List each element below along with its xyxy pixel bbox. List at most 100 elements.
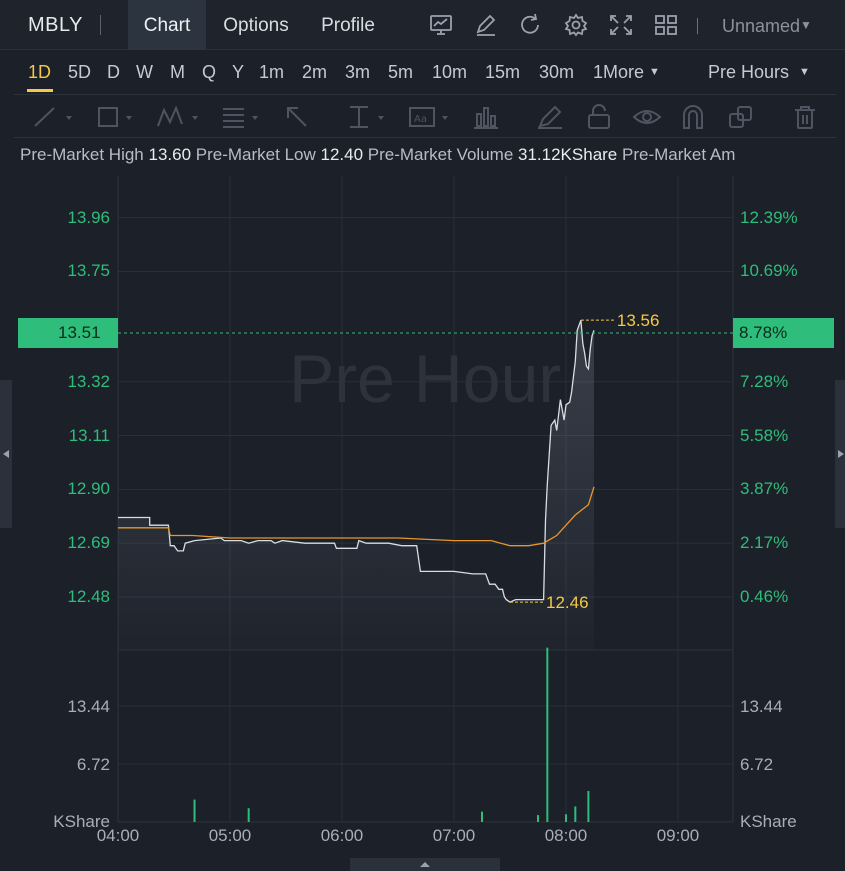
volume-bar (481, 811, 483, 822)
fullscreen-icon[interactable] (608, 13, 634, 37)
chevron-right-icon (838, 450, 844, 458)
measure-icon[interactable] (346, 104, 390, 130)
interval-30m[interactable]: 30m (539, 62, 574, 83)
rectangle-icon[interactable] (96, 104, 140, 130)
time-tick: 07:00 (432, 826, 476, 845)
interval-m[interactable]: M (170, 62, 185, 83)
layout-name-dropdown[interactable]: Unnamed▼ (722, 16, 812, 37)
collapse-left-handle[interactable] (0, 380, 12, 528)
nav-divider (697, 18, 698, 34)
interval-10m[interactable]: 10m (432, 62, 467, 83)
interval-5m[interactable]: 5m (388, 62, 413, 83)
volume-bar (537, 815, 539, 822)
volume-bar (193, 799, 196, 822)
percent-tick: 5.58% (740, 425, 789, 445)
stat-high-label: Pre-Market High (20, 145, 144, 164)
stat-high-value: 13.60 (148, 145, 192, 164)
interval-15m[interactable]: 15m (485, 62, 520, 83)
indicator-icon[interactable] (428, 13, 454, 37)
price-tick: 13.96 (67, 207, 110, 227)
caret-down-icon: ▼ (649, 66, 660, 78)
refresh-icon[interactable] (518, 13, 544, 37)
settings-icon[interactable] (563, 13, 589, 37)
divider (14, 137, 836, 138)
layout-name-label: Unnamed (722, 16, 801, 36)
magnet-icon[interactable] (680, 104, 706, 130)
current-price-tag: 13.51 (18, 318, 118, 348)
stat-volume-value: 31.12KShare (518, 145, 618, 164)
volume-tick-right: 6.72 (740, 755, 774, 774)
pattern-icon[interactable] (156, 104, 204, 130)
max-price-label: 13.56 (617, 311, 660, 330)
text-note-icon[interactable]: Aa (408, 104, 452, 130)
interval-more[interactable]: 1More ▼ (593, 62, 660, 83)
chevron-left-icon (3, 450, 9, 458)
lock-icon[interactable] (585, 104, 613, 130)
percent-tick: 3.87% (740, 479, 789, 499)
tab-options[interactable]: Options (208, 0, 304, 50)
price-tick: 12.69 (67, 533, 110, 553)
drawing-toolbar: Aa (0, 96, 845, 138)
volume-tick-left: 6.72 (76, 755, 110, 774)
price-tick: 13.11 (68, 425, 110, 445)
chevron-up-icon (420, 862, 430, 867)
collapse-bottom-handle[interactable] (350, 858, 500, 871)
price-tick: 12.90 (67, 479, 110, 499)
volume-unit-right: KShare (740, 812, 797, 831)
top-nav: MBLY Chart Options Profile Unnamed▼ (0, 0, 845, 50)
ticker-symbol[interactable]: MBLY (28, 14, 83, 37)
time-tick: 09:00 (656, 826, 700, 845)
volume-bar (247, 808, 250, 822)
bar-pattern-icon[interactable] (472, 104, 502, 130)
more-label: More (603, 62, 645, 82)
price-tick: 12.48 (67, 587, 110, 606)
brush-icon[interactable] (536, 104, 564, 130)
percent-tick: 2.17% (740, 533, 789, 553)
stat-low-value: 12.40 (320, 145, 364, 164)
eye-icon[interactable] (632, 104, 662, 130)
average-price-line (118, 486, 595, 547)
collapse-right-handle[interactable] (835, 380, 845, 528)
volume-bar (565, 814, 567, 822)
interval-5d[interactable]: 5D (68, 62, 91, 83)
interval-1d[interactable]: 1D (28, 62, 51, 83)
stat-low-label: Pre-Market Low (195, 145, 316, 164)
draw-icon[interactable] (473, 13, 499, 37)
interval-q[interactable]: Q (202, 62, 216, 83)
fib-icon[interactable] (220, 104, 264, 130)
watermark-text: Pre Hour (289, 341, 561, 417)
interval-y[interactable]: Y (232, 62, 244, 83)
interval-bar: 1D 5D D W M Q Y 1m 2m 3m 5m 10m 15m 30m … (0, 50, 845, 96)
tab-chart[interactable]: Chart (128, 0, 206, 50)
interval-2m[interactable]: 2m (302, 62, 327, 83)
nav-divider (100, 15, 101, 35)
volume-tick-right: 13.44 (740, 697, 783, 716)
session-label: Pre Hours (708, 62, 790, 82)
volume-bar (546, 647, 549, 822)
percent-tick: 0.46% (740, 587, 789, 606)
interval-1: 1 (593, 62, 604, 82)
percent-tick: 12.39% (740, 207, 798, 227)
divider (14, 94, 836, 95)
percent-tick: 10.69% (740, 261, 798, 281)
time-tick: 08:00 (544, 826, 588, 845)
trend-line-icon[interactable] (32, 104, 76, 130)
price-tick: 13.32 (67, 371, 110, 391)
min-price-label: 12.46 (546, 593, 589, 612)
interval-1m[interactable]: 1m (259, 62, 284, 83)
session-dropdown[interactable]: Pre Hours ▼ (708, 62, 810, 83)
current-percent-tag: 8.78% (733, 318, 834, 348)
price-tick: 13.75 (67, 261, 110, 281)
caret-down-icon: ▼ (799, 66, 810, 78)
clone-icon[interactable] (727, 104, 755, 130)
layout-grid-icon[interactable] (653, 13, 679, 37)
price-chart[interactable]: Pre Hour 13.56 12.46 (0, 176, 845, 858)
time-tick: 05:00 (208, 826, 252, 845)
trash-icon[interactable] (792, 104, 818, 130)
interval-3m[interactable]: 3m (345, 62, 370, 83)
stat-amount-label: Pre-Market Am (622, 145, 736, 164)
tab-profile[interactable]: Profile (306, 0, 390, 50)
arrow-icon[interactable] (284, 104, 316, 130)
interval-d[interactable]: D (107, 62, 120, 83)
interval-w[interactable]: W (136, 62, 153, 83)
